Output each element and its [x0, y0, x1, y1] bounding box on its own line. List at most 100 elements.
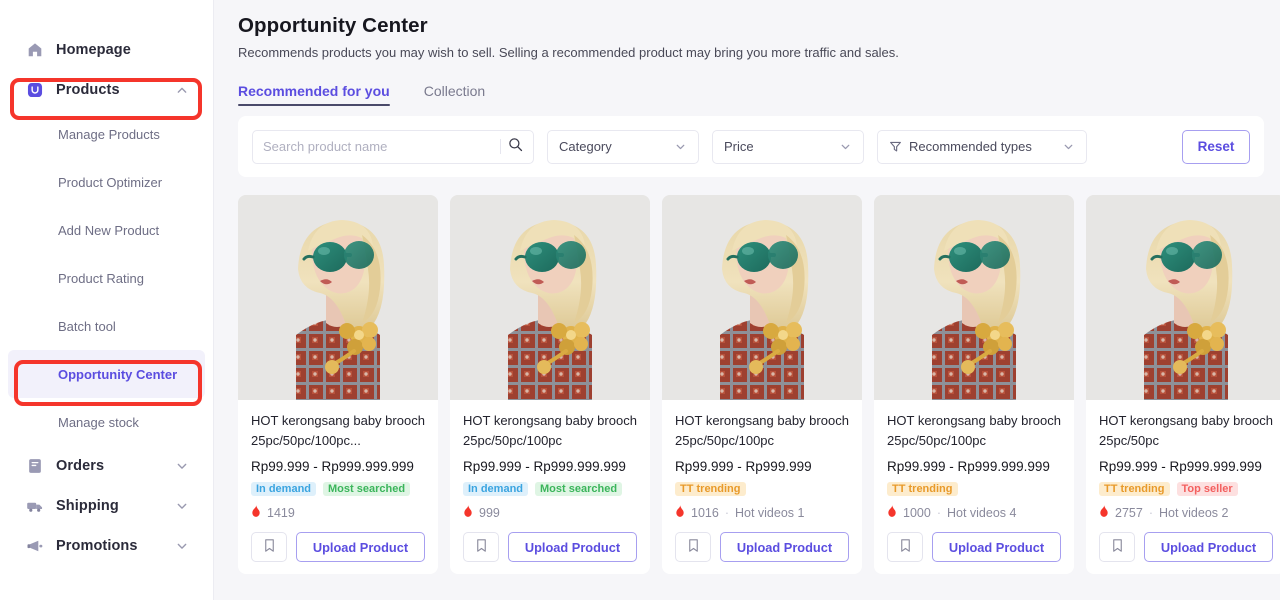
status-badge: TT trending [675, 482, 746, 496]
sidebar-item-product-optimizer[interactable]: Product Optimizer [8, 158, 205, 206]
sidebar-group-products: Products Manage Products Product Optimizer… [0, 70, 213, 446]
badge-row: TT trending Top seller [1099, 482, 1273, 496]
chevron-down-icon [1062, 140, 1075, 153]
bookmark-button[interactable] [675, 532, 711, 562]
sidebar-item-shipping[interactable]: Shipping [8, 486, 205, 526]
sidebar-item-label: Homepage [56, 42, 131, 58]
bookmark-button[interactable] [1099, 532, 1135, 562]
funnel-icon [889, 140, 902, 153]
card-actions: Upload Product [675, 532, 849, 562]
status-badge: Top seller [1176, 482, 1238, 496]
sidebar-item-opportunity-center[interactable]: Opportunity Center [8, 350, 205, 398]
search-input[interactable] [263, 139, 493, 154]
bookmark-icon [687, 538, 700, 556]
product-image[interactable] [1086, 195, 1280, 400]
product-price: Rp99.999 - Rp999.999.999 [251, 459, 414, 474]
status-badge: In demand [251, 482, 317, 496]
page-subtitle: Recommends products you may wish to sell… [238, 45, 899, 60]
upload-product-button[interactable]: Upload Product [720, 532, 849, 562]
sidebar-group-homepage: Homepage [0, 30, 213, 70]
chevron-down-icon[interactable] [175, 499, 189, 513]
product-image-svg [238, 195, 438, 400]
product-image[interactable] [450, 195, 650, 400]
metrics-row: 2757 · Hot videos 2 [1099, 505, 1273, 520]
upload-product-button[interactable]: Upload Product [508, 532, 637, 562]
truck-icon [26, 497, 44, 515]
bookmark-button[interactable] [251, 532, 287, 562]
chevron-down-icon[interactable] [175, 539, 189, 553]
bookmark-button[interactable] [463, 532, 499, 562]
product-image[interactable] [662, 195, 862, 400]
sidebar-item-products[interactable]: Products [8, 70, 205, 110]
flame-icon [675, 505, 685, 520]
sidebar-group-promotions: Promotions [0, 526, 213, 566]
product-price: Rp99.999 - Rp999.999.999 [463, 459, 626, 474]
sidebar-item-promotions[interactable]: Promotions [8, 526, 205, 566]
product-card[interactable]: HOT kerongsang baby brooch 25pc/50pc/100… [662, 195, 862, 574]
chevron-up-icon[interactable] [175, 83, 189, 97]
product-image[interactable] [238, 195, 438, 400]
price-dropdown[interactable]: Price [712, 129, 864, 164]
chevron-down-icon [839, 140, 852, 153]
product-name: HOT kerongsang baby brooch 25pc/50pc [1099, 413, 1273, 449]
page-title: Opportunity Center [238, 14, 428, 37]
status-badge: Most searched [535, 482, 623, 496]
megaphone-icon [26, 537, 44, 555]
sidebar-item-label: Promotions [56, 538, 138, 554]
sidebar-item-add-new-product[interactable]: Add New Product [8, 206, 205, 254]
product-image[interactable] [874, 195, 1074, 400]
flame-icon [251, 505, 261, 520]
sidebar-group-shipping: Shipping [0, 486, 213, 526]
product-name: HOT kerongsang baby brooch 25pc/50pc/100… [463, 413, 637, 449]
recommended-types-dropdown[interactable]: Recommended types [877, 129, 1087, 164]
upload-product-button[interactable]: Upload Product [1144, 532, 1273, 562]
product-price: Rp99.999 - Rp999.999.999 [887, 459, 1050, 474]
bookmark-icon [263, 538, 276, 556]
badge-row: In demand Most searched [463, 482, 637, 496]
orders-icon [26, 457, 44, 475]
category-dropdown[interactable]: Category [547, 129, 699, 164]
chevron-down-icon[interactable] [175, 459, 189, 473]
hot-count: 1016 [691, 505, 719, 520]
app-root: Homepage Products Manage Products Product … [0, 0, 1280, 600]
hot-count: 1000 [903, 505, 931, 520]
metrics-row: 1000 · Hot videos 4 [887, 505, 1061, 520]
flame-icon [1099, 505, 1109, 520]
bookmark-icon [475, 538, 488, 556]
product-card[interactable]: HOT kerongsang baby brooch 25pc/50pc/100… [238, 195, 438, 574]
product-card[interactable]: HOT kerongsang baby brooch 25pc/50pc/100… [450, 195, 650, 574]
product-image-svg [662, 195, 862, 400]
upload-product-button[interactable]: Upload Product [932, 532, 1061, 562]
reset-button[interactable]: Reset [1182, 129, 1250, 164]
shopping-bag-icon [26, 81, 44, 99]
product-image-svg [874, 195, 1074, 400]
product-card-body: HOT kerongsang baby brooch 25pc/50pc/100… [874, 400, 1074, 574]
metrics-row: 1419 [251, 505, 425, 520]
flame-icon [887, 505, 897, 520]
metric-separator: · [936, 505, 941, 520]
card-actions: Upload Product [887, 532, 1061, 562]
filter-bar: Category Price [238, 116, 1264, 177]
search-box[interactable] [252, 129, 534, 164]
flame-icon [463, 505, 473, 520]
sidebar-item-homepage[interactable]: Homepage [8, 30, 205, 70]
tab-recommended-for-you[interactable]: Recommended for you [238, 83, 390, 106]
product-card[interactable]: HOT kerongsang baby brooch 25pc/50pc/100… [874, 195, 1074, 574]
product-card-body: HOT kerongsang baby brooch 25pc/50pc/100… [450, 400, 650, 574]
sidebar-item-manage-products[interactable]: Manage Products [8, 110, 205, 158]
sidebar-item-batch-tool[interactable]: Batch tool [8, 302, 205, 350]
sidebar-item-product-rating[interactable]: Product Rating [8, 254, 205, 302]
product-card-body: HOT kerongsang baby brooch 25pc/50pc Rp9… [1086, 400, 1280, 574]
tab-collection[interactable]: Collection [424, 83, 485, 106]
sidebar-item-manage-stock[interactable]: Manage stock [8, 398, 205, 446]
sidebar-item-orders[interactable]: Orders [8, 446, 205, 486]
product-card[interactable]: HOT kerongsang baby brooch 25pc/50pc Rp9… [1086, 195, 1280, 574]
status-badge: Most searched [323, 482, 411, 496]
status-badge: TT trending [887, 482, 958, 496]
search-icon[interactable] [508, 137, 523, 157]
card-actions: Upload Product [1099, 532, 1273, 562]
product-card-body: HOT kerongsang baby brooch 25pc/50pc/100… [238, 400, 438, 574]
card-actions: Upload Product [251, 532, 425, 562]
upload-product-button[interactable]: Upload Product [296, 532, 425, 562]
bookmark-button[interactable] [887, 532, 923, 562]
